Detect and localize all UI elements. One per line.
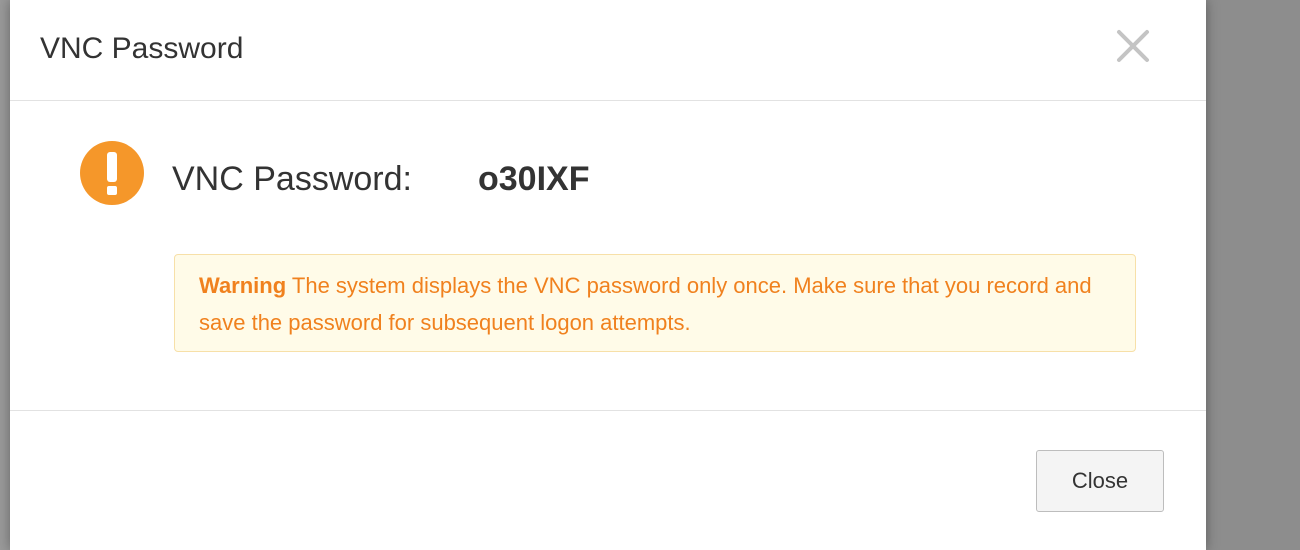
background-page-edge (0, 0, 10, 550)
dialog-body: VNC Password: o30IXF Warning The system … (10, 101, 1206, 411)
warning-text: Warning The system displays the VNC pass… (199, 267, 1099, 341)
close-button[interactable]: Close (1036, 450, 1164, 512)
dialog-title: VNC Password (40, 32, 244, 65)
warning-message: The system displays the VNC password onl… (199, 273, 1092, 335)
warning-alert: Warning The system displays the VNC pass… (174, 254, 1136, 352)
close-icon[interactable] (1113, 26, 1153, 66)
password-value: o30IXF (478, 160, 590, 198)
exclamation-icon (80, 141, 144, 205)
warning-label: Warning (199, 273, 287, 298)
password-label: VNC Password: (172, 160, 412, 198)
dialog-header: VNC Password (10, 0, 1206, 101)
vnc-password-dialog: VNC Password VNC Password: o30IXF Warnin… (10, 0, 1206, 550)
dialog-footer: Close (10, 411, 1206, 550)
